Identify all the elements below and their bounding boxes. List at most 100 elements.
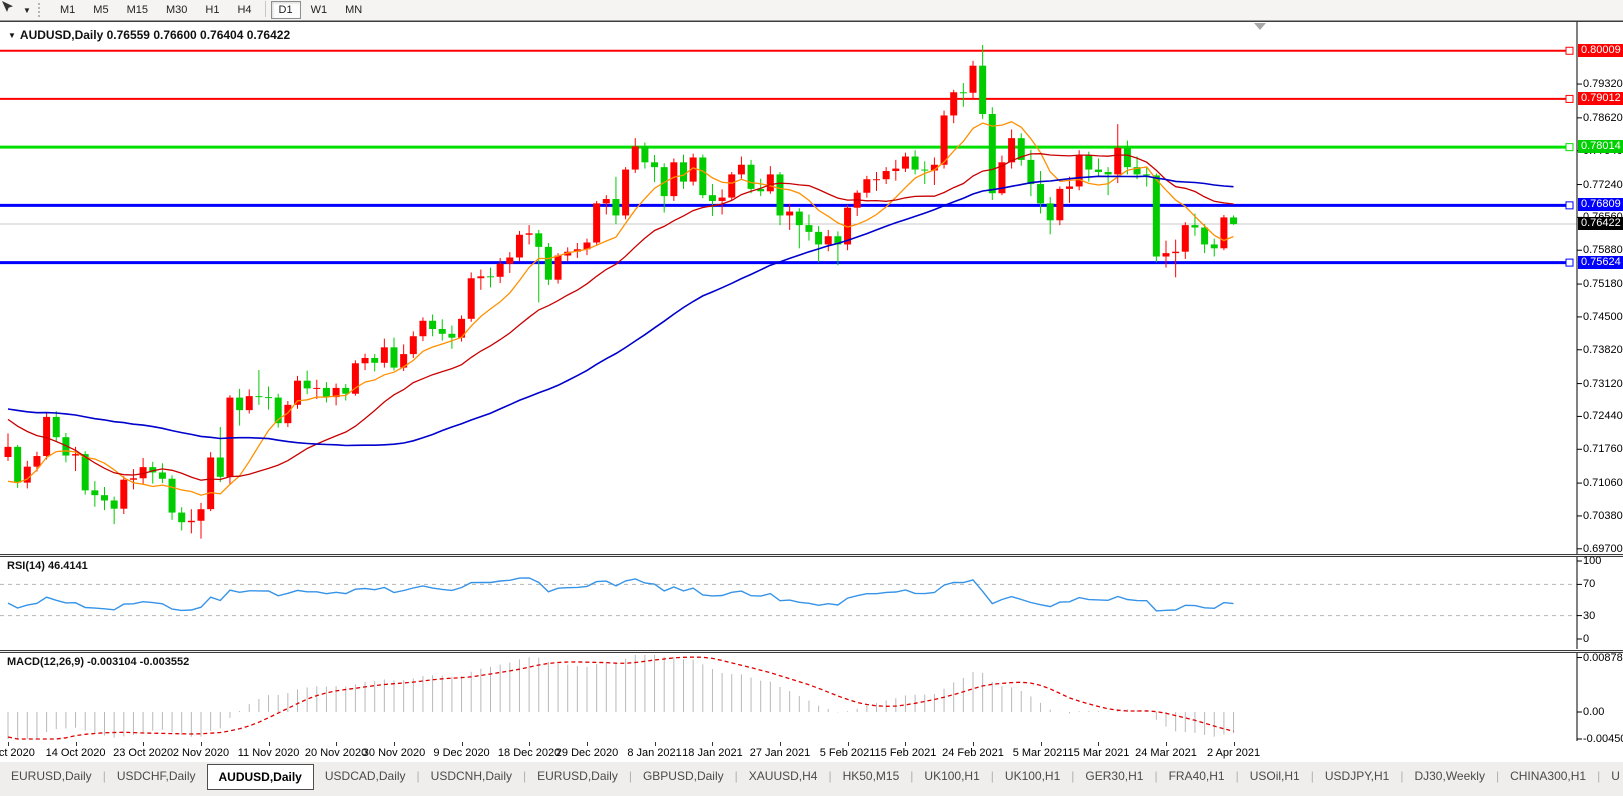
timeframe-button-H4[interactable]: H4 <box>229 1 259 19</box>
tab-hk50-m15[interactable]: HK50,M15 <box>832 762 911 790</box>
candle-body <box>1104 171 1112 175</box>
tab-china300-h1[interactable]: CHINA300,H1 <box>1499 762 1597 790</box>
tab-usdcnh-daily[interactable]: USDCNH,Daily <box>420 762 523 790</box>
candle-body <box>718 197 726 201</box>
candle-body <box>622 169 630 216</box>
candle-body <box>786 211 794 216</box>
tab-uk100-h1[interactable]: UK100,H1 <box>913 762 990 790</box>
timeframe-button-M5[interactable]: M5 <box>85 1 116 19</box>
candle-body <box>245 396 253 411</box>
hline-handle[interactable] <box>1565 94 1574 103</box>
candle-body <box>1027 159 1035 185</box>
candle-body <box>158 472 166 479</box>
chart-shift-marker-icon[interactable] <box>1254 23 1266 30</box>
tab-eurusd-daily[interactable]: EURUSD,Daily <box>0 762 103 790</box>
candle-body <box>506 257 514 264</box>
tab-eurusd-daily[interactable]: EURUSD,Daily <box>526 762 629 790</box>
timeframe-button-M15[interactable]: M15 <box>119 1 156 19</box>
candle-body <box>313 387 321 389</box>
chart-cursor-icon[interactable] <box>0 1 20 19</box>
candle-body <box>448 333 456 338</box>
toolbar-grip[interactable] <box>38 3 45 17</box>
candle-body <box>429 320 437 329</box>
candle-body <box>120 479 128 509</box>
candle-body <box>33 456 41 467</box>
chart-tab-bar: EURUSD,Daily | USDCHF,Daily AUDUSD,Daily USD… <box>0 762 1623 791</box>
tab-fra40-h1[interactable]: FRA40,H1 <box>1158 762 1236 790</box>
timeframe-button-D1[interactable]: D1 <box>270 1 301 19</box>
price-chart-canvas[interactable] <box>0 22 1623 554</box>
date-axis <box>0 742 1623 762</box>
candle-body <box>438 328 446 334</box>
timeframe-button-M1[interactable]: M1 <box>52 1 83 19</box>
chevron-down-icon[interactable]: ▼ <box>20 6 34 15</box>
timeframe-button-W1[interactable]: W1 <box>303 1 336 19</box>
candle-body <box>747 164 755 189</box>
candle-body <box>873 179 880 181</box>
candle-body <box>371 357 379 363</box>
candle-body <box>921 169 929 171</box>
candle-body <box>766 174 774 192</box>
tab-gbpusd-daily[interactable]: GBPUSD,Daily <box>632 762 735 790</box>
candle-body <box>544 246 552 280</box>
candle-body <box>409 336 417 355</box>
candle-body <box>255 396 263 398</box>
tab-usdchf-daily[interactable]: USDCHF,Daily <box>106 762 207 790</box>
candle-body <box>303 380 311 389</box>
timeframe-button-H1[interactable]: H1 <box>197 1 227 19</box>
candle-body <box>940 115 948 165</box>
candle-body <box>72 454 80 456</box>
timeframe-button-M30[interactable]: M30 <box>158 1 195 19</box>
tab-xauusd-h4[interactable]: XAUUSD,H4 <box>738 762 829 790</box>
candle-body <box>187 520 195 523</box>
candle-body <box>110 500 118 509</box>
hline-handle[interactable] <box>1565 258 1574 267</box>
hline-handle[interactable] <box>1565 46 1574 55</box>
candle-body <box>101 495 108 501</box>
candle-body <box>1220 217 1228 249</box>
tab-ger30-h1[interactable]: GER30,H1 <box>1074 762 1154 790</box>
timeframe-button-MN[interactable]: MN <box>337 1 370 19</box>
candle-body <box>612 199 620 216</box>
timeframe-buttons: M1 M5 M15 M30 H1 H4 D1 W1 MN <box>51 1 371 19</box>
tab-u[interactable]: U <box>1600 762 1623 790</box>
candle-body <box>631 146 639 170</box>
chart-title: ▼ AUDUSD,Daily 0.76559 0.76600 0.76404 0.… <box>8 28 291 42</box>
collapse-triangle-icon[interactable]: ▼ <box>8 31 16 40</box>
hline-handle[interactable] <box>1565 143 1574 152</box>
tab-usoil-h1[interactable]: USOil,H1 <box>1239 762 1311 790</box>
tab-usdcad-daily[interactable]: USDCAD,Daily <box>314 762 417 790</box>
candle-body <box>1008 138 1016 163</box>
candle-body <box>487 276 494 278</box>
candle-body <box>1143 174 1151 176</box>
candle-body <box>361 357 369 364</box>
candle-body <box>216 457 224 477</box>
tab-uk100-h1[interactable]: UK100,H1 <box>994 762 1071 790</box>
hline-handle[interactable] <box>1565 201 1574 210</box>
rsi-chart-canvas[interactable] <box>0 557 1623 649</box>
candle-body <box>52 416 60 438</box>
candle-body <box>1056 188 1064 221</box>
candle-body <box>4 446 12 458</box>
candle-body <box>14 446 22 483</box>
ma-fast-line <box>7 120 1234 496</box>
candle-body <box>380 347 388 363</box>
candle-body <box>901 156 909 169</box>
candle-body <box>419 320 427 337</box>
candle-body <box>1066 186 1073 189</box>
tab-usdjpy-h1[interactable]: USDJPY,H1 <box>1314 762 1400 790</box>
candle-body <box>1181 225 1189 252</box>
macd-label: MACD(12,26,9) -0.003104 -0.003552 <box>7 656 190 668</box>
tab-audusd-daily[interactable]: AUDUSD,Daily <box>206 764 314 790</box>
candle-body <box>1162 253 1170 257</box>
candle-body <box>892 168 900 172</box>
candle-body <box>1046 203 1054 221</box>
candle-body <box>882 171 890 180</box>
tab-dj30-weekly[interactable]: DJ30,Weekly <box>1403 762 1495 790</box>
candle-body <box>178 512 186 523</box>
candle-body <box>1123 147 1131 168</box>
candle-body <box>776 174 784 216</box>
macd-chart-canvas[interactable] <box>0 653 1623 741</box>
candle-body <box>554 255 562 280</box>
candle-body <box>1152 175 1160 257</box>
